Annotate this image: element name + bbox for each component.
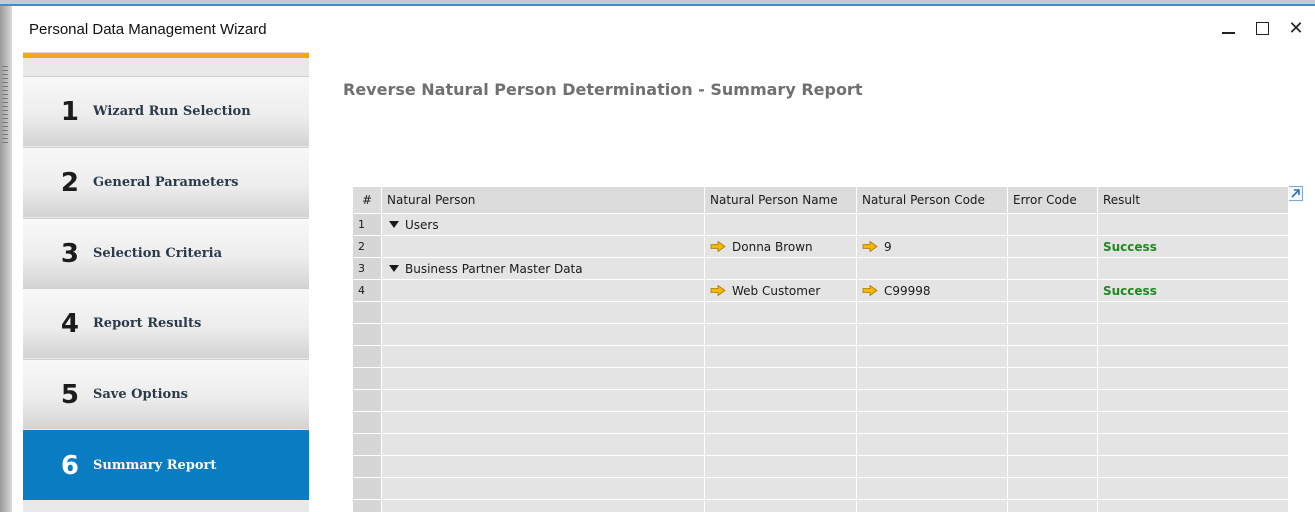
column-header-natural-person-code[interactable]: Natural Person Code (856, 186, 1008, 214)
empty-row (352, 499, 1289, 512)
page-title: Reverse Natural Person Determination - S… (343, 80, 863, 99)
natural-person-code: C99998 (884, 283, 931, 298)
row-number: 4 (352, 279, 382, 302)
close-button[interactable]: ✕ (1285, 17, 1307, 39)
link-arrow-icon[interactable] (862, 284, 878, 296)
step-general-parameters[interactable]: 2 General Parameters (23, 147, 309, 217)
natural-person-code-cell[interactable]: C99998 (856, 279, 1008, 302)
window-controls: ✕ (1217, 17, 1307, 39)
error-code-cell (1007, 235, 1098, 258)
maximize-button[interactable] (1251, 17, 1273, 39)
minimize-button[interactable] (1217, 17, 1239, 39)
expand-arrow-icon (1291, 189, 1300, 198)
close-icon: ✕ (1288, 17, 1304, 39)
step-number: 5 (60, 379, 79, 410)
summary-grid: # Natural Person Natural Person Name Nat… (352, 186, 1289, 512)
result-cell: Success (1097, 235, 1289, 258)
steps-top-bar (23, 52, 309, 58)
maximize-icon (1255, 21, 1269, 35)
link-arrow-icon[interactable] (710, 284, 726, 296)
table-row[interactable]: 1 Users (352, 213, 1289, 236)
empty-row (352, 323, 1289, 346)
row-number: 3 (352, 257, 382, 280)
empty-row (352, 367, 1289, 390)
window-title: Personal Data Management Wizard (29, 21, 267, 38)
natural-person-name: Donna Brown (732, 239, 813, 254)
step-selection-criteria[interactable]: 3 Selection Criteria (23, 218, 309, 288)
error-code-cell (1007, 213, 1098, 236)
column-header-row-number[interactable]: # (352, 186, 382, 214)
natural-person-code: 9 (884, 239, 892, 254)
empty-row (352, 433, 1289, 456)
result-cell (1097, 257, 1289, 280)
step-number: 6 (60, 450, 79, 481)
step-label: Save Options (93, 387, 188, 402)
collapse-triangle-icon[interactable] (389, 220, 399, 228)
wizard-steps-panel: 1 Wizard Run Selection 2 General Paramet… (23, 52, 309, 512)
error-code-cell (1007, 279, 1098, 302)
group-label: Users (405, 217, 439, 232)
grid-header-row: # Natural Person Natural Person Name Nat… (352, 186, 1289, 214)
step-number: 2 (60, 167, 79, 198)
step-wizard-run-selection[interactable]: 1 Wizard Run Selection (23, 76, 309, 146)
step-number: 3 (60, 238, 79, 269)
row-number: 2 (352, 235, 382, 258)
group-cell[interactable]: Business Partner Master Data (381, 257, 705, 280)
natural-person-name-cell (704, 213, 857, 236)
background-scrollbar-texture (2, 66, 8, 146)
link-arrow-icon[interactable] (710, 240, 726, 252)
step-label: Report Results (93, 316, 202, 331)
natural-person-code-cell[interactable]: 9 (856, 235, 1008, 258)
wizard-window: Personal Data Management Wizard ✕ 1 Wiza… (12, 6, 1315, 512)
background-window-edge (0, 6, 10, 512)
title-bar[interactable]: Personal Data Management Wizard ✕ (12, 6, 1315, 52)
step-number: 4 (60, 308, 79, 339)
step-report-results[interactable]: 4 Report Results (23, 288, 309, 358)
table-row[interactable]: 2 Donna Brown 9 Success (352, 235, 1289, 258)
column-header-natural-person-name[interactable]: Natural Person Name (704, 186, 857, 214)
group-cell (381, 279, 705, 302)
natural-person-name: Web Customer (732, 283, 821, 298)
step-summary-report[interactable]: 6 Summary Report (23, 430, 309, 500)
expand-grid-button[interactable] (1288, 186, 1303, 201)
result-cell (1097, 213, 1289, 236)
step-save-options[interactable]: 5 Save Options (23, 359, 309, 429)
column-header-result[interactable]: Result (1097, 186, 1289, 214)
group-cell (381, 235, 705, 258)
step-label: Selection Criteria (93, 246, 222, 261)
error-code-cell (1007, 257, 1098, 280)
step-label: General Parameters (93, 175, 239, 190)
natural-person-name-cell (704, 257, 857, 280)
column-header-error-code[interactable]: Error Code (1007, 186, 1098, 214)
natural-person-name-cell[interactable]: Donna Brown (704, 235, 857, 258)
step-label: Wizard Run Selection (93, 104, 251, 119)
table-row[interactable]: 3 Business Partner Master Data (352, 257, 1289, 280)
empty-row (352, 411, 1289, 434)
step-number: 1 (60, 96, 79, 127)
empty-row (352, 389, 1289, 412)
natural-person-code-cell (856, 213, 1008, 236)
empty-row (352, 345, 1289, 368)
collapse-triangle-icon[interactable] (389, 264, 399, 272)
link-arrow-icon[interactable] (862, 240, 878, 252)
empty-row (352, 301, 1289, 324)
column-header-natural-person[interactable]: Natural Person (381, 186, 705, 214)
step-label: Summary Report (93, 458, 217, 473)
empty-row (352, 477, 1289, 500)
group-label: Business Partner Master Data (405, 261, 583, 276)
table-row[interactable]: 4 Web Customer C99998 Success (352, 279, 1289, 302)
row-number: 1 (352, 213, 382, 236)
group-cell[interactable]: Users (381, 213, 705, 236)
result-cell: Success (1097, 279, 1289, 302)
natural-person-code-cell (856, 257, 1008, 280)
minimize-icon (1221, 32, 1235, 34)
empty-row (352, 455, 1289, 478)
natural-person-name-cell[interactable]: Web Customer (704, 279, 857, 302)
